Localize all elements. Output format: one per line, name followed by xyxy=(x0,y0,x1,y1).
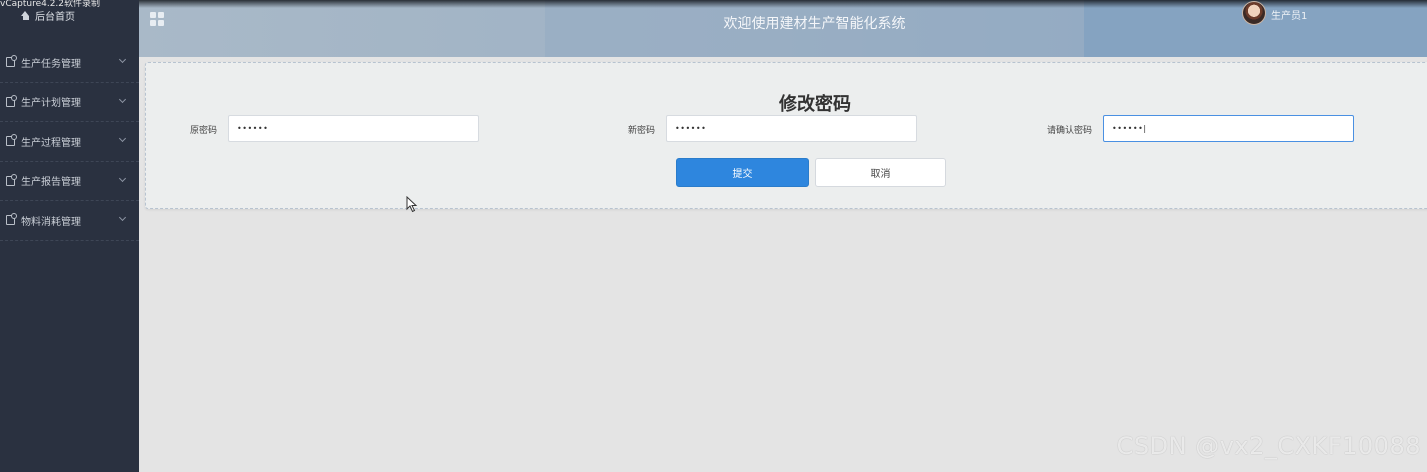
new-password-field[interactable] xyxy=(666,115,917,142)
sidebar-item-production-process[interactable]: 生产过程管理 xyxy=(0,122,139,162)
chevron-down-icon xyxy=(118,174,127,182)
submit-button[interactable]: 提交 xyxy=(676,158,809,187)
sidebar-item-production-task[interactable]: 生产任务管理 xyxy=(0,43,139,83)
csdn-watermark: CSDN @vx2_CXKF10088 xyxy=(1116,432,1421,460)
sidebar-item-label: 生产任务管理 xyxy=(21,58,81,70)
document-icon xyxy=(6,55,17,68)
confirm-password-label: 请确认密码 xyxy=(1047,126,1093,136)
chevron-down-icon xyxy=(118,95,127,103)
sidebar-item-production-plan[interactable]: 生产计划管理 xyxy=(0,83,139,122)
sidebar-menu: 生产任务管理 生产计划管理 生产过程管理 生产报告管理 物料消耗管理 xyxy=(0,43,139,241)
document-icon xyxy=(6,173,17,186)
home-link[interactable]: 后台首页 xyxy=(20,8,75,23)
confirm-password-field[interactable] xyxy=(1103,115,1354,142)
chevron-down-icon xyxy=(118,213,127,222)
sidebar-item-label: 生产报告管理 xyxy=(21,177,81,189)
cancel-button[interactable]: 取消 xyxy=(815,158,946,187)
home-label: 后台首页 xyxy=(35,12,75,23)
sidebar: vCapture4.2.2软件录制 后台首页 生产任务管理 生产计划管理 生产过… xyxy=(0,0,139,472)
sidebar-item-production-report[interactable]: 生产报告管理 xyxy=(0,162,139,201)
sidebar-item-label: 物料消耗管理 xyxy=(21,216,81,228)
top-header: 欢迎使用建材生产智能化系统 生产员1 xyxy=(139,0,1427,57)
document-icon xyxy=(6,213,17,226)
sidebar-item-label: 生产过程管理 xyxy=(21,137,81,149)
header-shadow xyxy=(139,0,1427,8)
page-title: 修改密码 xyxy=(779,94,851,115)
sidebar-item-label: 生产计划管理 xyxy=(21,98,81,110)
chevron-down-icon xyxy=(118,55,127,64)
change-password-card: 修改密码 原密码 新密码 请确认密码 提交 取消 xyxy=(145,62,1427,209)
app-title: 欢迎使用建材生产智能化系统 xyxy=(723,16,906,32)
new-password-label: 新密码 xyxy=(628,126,656,136)
user-name[interactable]: 生产员1 xyxy=(1271,7,1307,22)
old-password-field[interactable] xyxy=(228,115,479,142)
old-password-label: 原密码 xyxy=(190,126,218,136)
document-icon xyxy=(6,94,17,107)
user-avatar[interactable] xyxy=(1242,1,1266,25)
chevron-down-icon xyxy=(118,134,127,143)
grid-icon[interactable] xyxy=(150,12,165,26)
document-icon xyxy=(6,134,17,147)
home-icon xyxy=(20,10,31,21)
sidebar-item-material-consumption[interactable]: 物料消耗管理 xyxy=(0,201,139,241)
